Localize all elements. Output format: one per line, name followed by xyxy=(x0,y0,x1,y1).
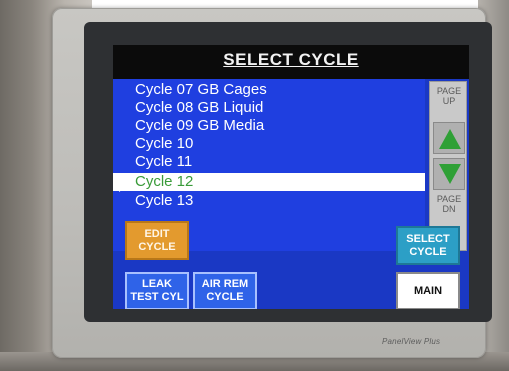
cycle-item-selected[interactable]: Cycle 12 xyxy=(113,173,425,191)
page-up-button[interactable]: PAGE UP xyxy=(430,86,468,106)
arrow-down-icon xyxy=(439,164,461,184)
selection-pointer-icon xyxy=(119,178,129,192)
leak-test-cycle-button[interactable]: LEAK TEST CYL xyxy=(125,272,189,309)
edit-cycle-button[interactable]: EDIT CYCLE xyxy=(125,221,189,260)
scroll-up-button[interactable] xyxy=(433,122,465,154)
photo-background: PanelView Plus SELECT CYCLE Cycle 07 GB … xyxy=(0,0,509,371)
air-removal-cycle-button[interactable]: AIR REM CYCLE xyxy=(193,272,257,309)
arrow-up-icon xyxy=(439,129,461,149)
main-button[interactable]: MAIN xyxy=(396,272,460,309)
select-cycle-button[interactable]: SELECT CYCLE xyxy=(396,226,460,265)
cycle-item[interactable]: Cycle 07 GB Cages xyxy=(113,81,425,99)
cycle-item[interactable]: Cycle 10 xyxy=(113,135,425,153)
cycle-item[interactable]: Cycle 09 GB Media xyxy=(113,117,425,135)
cycle-item[interactable]: Cycle 08 GB Liquid xyxy=(113,99,425,117)
cycle-item[interactable]: Cycle 13 xyxy=(113,192,425,210)
page-title: SELECT CYCLE xyxy=(223,50,359,69)
cycle-item[interactable]: Cycle 11 xyxy=(113,153,425,171)
hmi-screen: SELECT CYCLE Cycle 07 GB Cages Cycle 08 … xyxy=(113,45,469,309)
title-bar: SELECT CYCLE xyxy=(113,45,469,79)
brand-label: PanelView Plus xyxy=(382,337,441,346)
scroll-down-button[interactable] xyxy=(433,158,465,190)
page-down-button[interactable]: PAGE DN xyxy=(430,194,468,214)
